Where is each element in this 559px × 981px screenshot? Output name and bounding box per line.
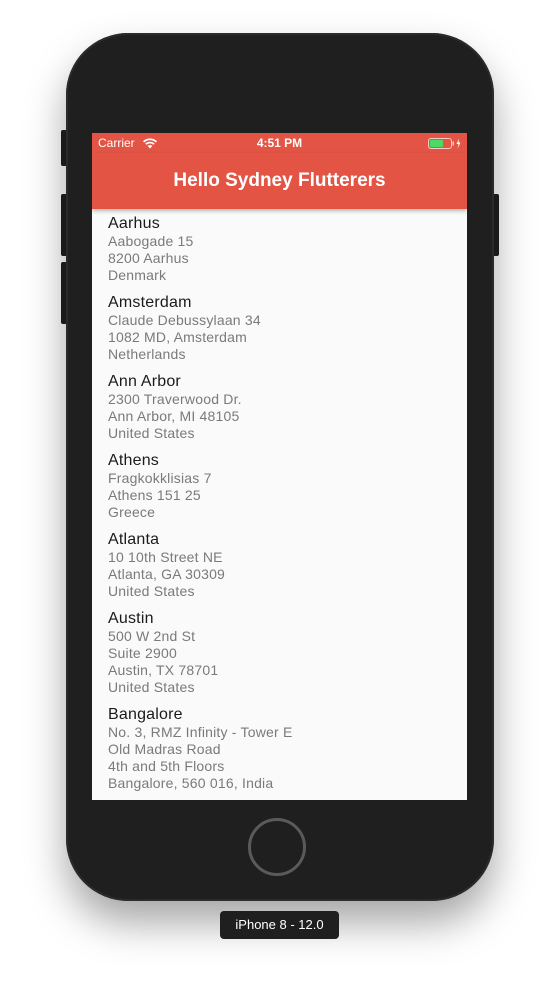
office-address-line: Denmark <box>108 267 167 283</box>
status-time: 4:51 PM <box>256 136 303 150</box>
battery-charging-icon <box>428 138 461 149</box>
office-name: Aarhus <box>108 215 160 232</box>
office-list-item[interactable]: Aarhus Aabogade 15 8200 Aarhus Denmark <box>92 209 467 288</box>
simulator-stage: Carrier 4:51 PM Hello Sydney Flutterers … <box>0 0 559 981</box>
office-name: Athens <box>108 452 160 469</box>
device-label: iPhone 8 - 12.0 <box>220 911 339 939</box>
app-bar: Hello Sydney Flutterers <box>92 153 467 209</box>
office-name: Austin <box>108 610 154 627</box>
home-button[interactable] <box>248 818 306 876</box>
office-list-item[interactable]: Athens Fragkokklisias 7 Athens 151 25 Greec… <box>92 446 467 525</box>
office-address-line: 8200 Aarhus <box>108 250 189 266</box>
office-address-line: No. 3, RMZ Infinity - Tower E <box>108 724 293 740</box>
office-address-line: Athens 151 25 <box>108 487 201 503</box>
office-list[interactable]: Aarhus Aabogade 15 8200 Aarhus Denmark Amste… <box>92 209 467 800</box>
office-address-line: Netherlands <box>108 346 186 362</box>
office-address-line: United States <box>108 583 195 599</box>
office-list-item[interactable]: Austin 500 W 2nd St Suite 2900 Austin, TX 7… <box>92 604 467 700</box>
office-address-line: 10 10th Street NE <box>108 549 223 565</box>
office-name: Bangalore <box>108 706 183 723</box>
office-list-item[interactable]: Bangalore No. 3, RMZ Infinity - Tower E Ol… <box>92 700 467 796</box>
office-address-line: Claude Debussylaan 34 <box>108 312 261 328</box>
phone-screen: Carrier 4:51 PM Hello Sydney Flutterers … <box>92 133 467 800</box>
office-address-line: Suite 2900 <box>108 645 177 661</box>
office-address-line: Austin, TX 78701 <box>108 662 219 678</box>
office-address-line: Aabogade 15 <box>108 233 194 249</box>
office-address-line: Old Madras Road <box>108 741 221 757</box>
office-address-line: Greece <box>108 504 156 520</box>
office-list-item[interactable]: Ann Arbor 2300 Traverwood Dr. Ann Arbor, M… <box>92 367 467 446</box>
app-bar-title: Hello Sydney Flutterers <box>173 170 386 191</box>
office-name: Atlanta <box>108 531 160 548</box>
office-address-line: United States <box>108 679 195 695</box>
office-address-line: 1082 MD, Amsterdam <box>108 329 247 345</box>
status-bar: Carrier 4:51 PM <box>92 133 467 153</box>
office-address-line: Bangalore, 560 016, India <box>108 775 274 791</box>
office-list-item[interactable]: Amsterdam Claude Debussylaan 34 1082 MD, A… <box>92 288 467 367</box>
office-address-line: United States <box>108 425 195 441</box>
office-address-line: 2300 Traverwood Dr. <box>108 391 242 407</box>
office-list-item[interactable]: Bangkok <box>92 796 467 800</box>
office-address-line: 4th and 5th Floors <box>108 758 225 774</box>
office-list-item[interactable]: Atlanta 10 10th Street NE Atlanta, GA 3030… <box>92 525 467 604</box>
office-name: Amsterdam <box>108 294 192 311</box>
office-address-line: 500 W 2nd St <box>108 628 196 644</box>
office-address-line: Fragkokklisias 7 <box>108 470 212 486</box>
office-address-line: Ann Arbor, MI 48105 <box>108 408 240 424</box>
office-address-line: Atlanta, GA 30309 <box>108 566 226 582</box>
office-name: Ann Arbor <box>108 373 181 390</box>
